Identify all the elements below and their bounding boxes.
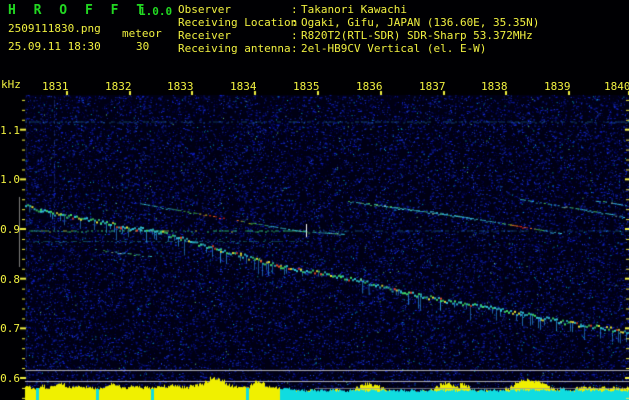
interval-label: 30 — [136, 41, 149, 52]
time-tick-label: 1834 — [230, 81, 257, 92]
freq-axis-unit: kHz — [1, 79, 21, 90]
time-tick-label: 1840 — [604, 81, 629, 92]
time-tick-label: 1837 — [419, 81, 446, 92]
time-tick-label: 1831 — [42, 81, 69, 92]
info-label: Observer — [178, 4, 291, 15]
hrofft-screen: H R O F F T 1.0.0 2509111830.png meteor … — [0, 0, 629, 400]
freq-tick-label: 0.8 — [0, 274, 20, 285]
info-value: Takanori Kawachi — [301, 4, 407, 15]
info-value: Ogaki, Gifu, JAPAN (136.60E, 35.35N) — [301, 17, 539, 28]
time-tick-label: 1835 — [293, 81, 320, 92]
info-value: 2el-HB9CV Vertical (el. E-W) — [301, 43, 486, 54]
freq-tick-label: 1.1 — [0, 125, 20, 136]
mode-label: meteor — [122, 28, 162, 39]
info-row-receiving-antenna: Receiving antenna:2el-HB9CV Vertical (el… — [178, 43, 486, 54]
freq-tick-label: 1.0 — [0, 174, 20, 185]
freq-tick-label: 0.9 — [0, 224, 20, 235]
time-tick-label: 1838 — [481, 81, 508, 92]
info-row-observer: Observer:Takanori Kawachi — [178, 4, 407, 15]
datetime-label: 25.09.11 18:30 — [8, 41, 101, 52]
info-row-receiving-location: Receiving Location:Ogaki, Gifu, JAPAN (1… — [178, 17, 539, 28]
info-row-receiver: Receiver:R820T2(RTL-SDR) SDR-Sharp 53.37… — [178, 30, 533, 41]
freq-tick-label: 0.6 — [0, 373, 20, 384]
output-filename: 2509111830.png — [8, 23, 101, 34]
info-label: Receiver — [178, 30, 291, 41]
info-separator: : — [291, 4, 301, 15]
app-version: 1.0.0 — [139, 6, 172, 17]
time-tick-label: 1833 — [167, 81, 194, 92]
time-tick-label: 1839 — [544, 81, 571, 92]
info-separator: : — [291, 30, 301, 41]
time-tick-label: 1832 — [105, 81, 132, 92]
freq-tick-label: 0.7 — [0, 323, 20, 334]
info-separator: : — [291, 17, 301, 28]
spectrogram-canvas — [0, 0, 629, 400]
info-label: Receiving antenna — [178, 43, 291, 54]
info-value: R820T2(RTL-SDR) SDR-Sharp 53.372MHz — [301, 30, 533, 41]
app-title: H R O F F T — [8, 4, 149, 17]
time-tick-label: 1836 — [356, 81, 383, 92]
info-label: Receiving Location — [178, 17, 291, 28]
info-separator: : — [291, 43, 301, 54]
